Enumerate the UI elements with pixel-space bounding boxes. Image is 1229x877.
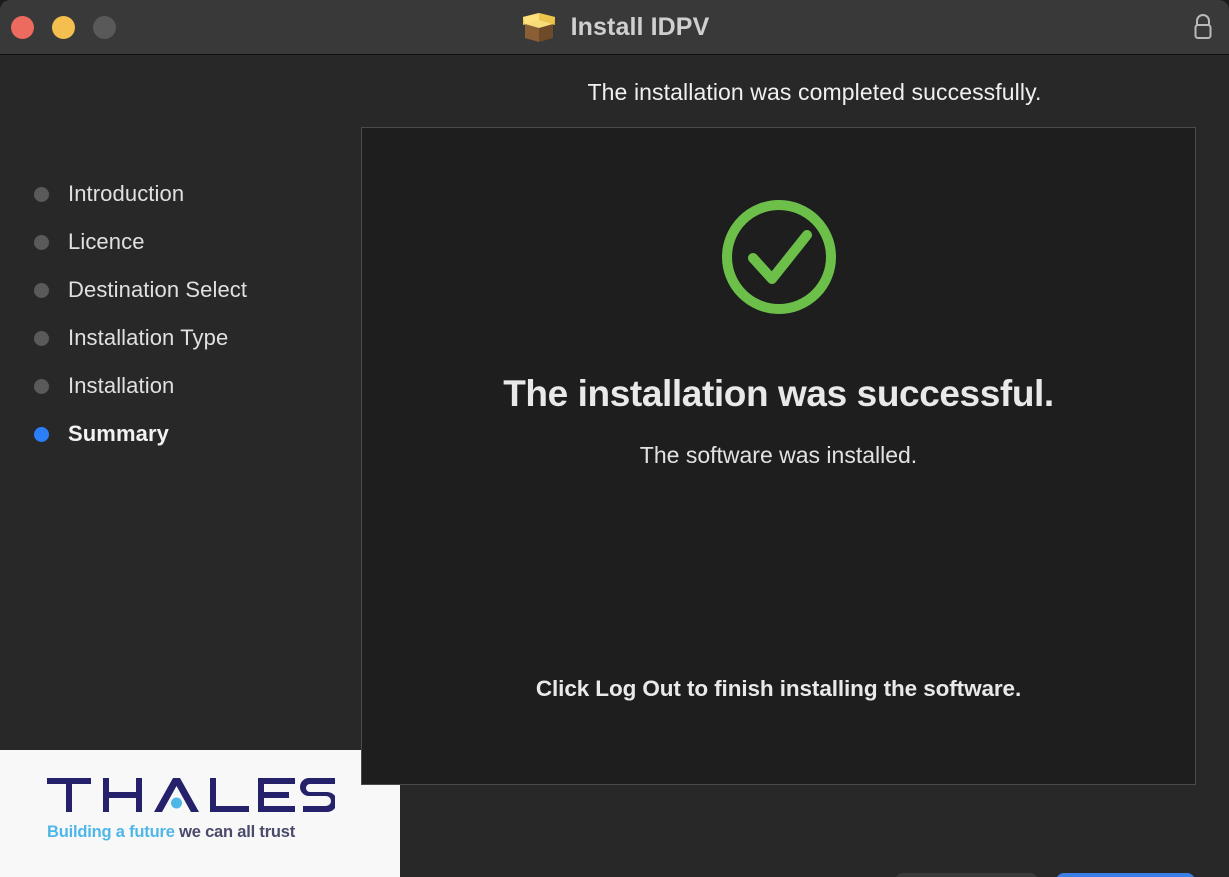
sidebar-step-introduction: Introduction [34,170,374,218]
lock-closed-icon [1194,14,1212,39]
tagline-secondary: we can all trust [174,823,296,841]
sidebar-step-destination-select: Destination Select [34,266,374,314]
tagline-primary: Building a future [47,823,175,841]
step-status-dot-active [34,426,49,442]
installer-main-pane: The installation was completed successfu… [361,55,1229,877]
step-status-dot [34,330,49,346]
window-title-bar: Install IDPV [0,0,1229,55]
thales-accent-dot [171,797,182,809]
go-back-button[interactable]: Go Back [895,873,1038,877]
log-out-button[interactable]: Log Out [1056,873,1195,877]
package-box-icon [522,12,555,42]
installer-footer: Go Back Log Out [400,785,1229,877]
thales-logo: Building a future we can all trust [47,777,342,842]
finish-instruction: Click Log Out to finish installing the s… [535,676,1022,701]
step-status-dot [34,378,49,394]
status-icon-wrap [362,195,1195,319]
sidebar-step-installation: Installation [34,362,374,410]
step-status-dot [34,282,49,298]
step-label: Introduction [68,181,185,206]
window-title: Install IDPV [570,13,710,41]
installer-sidebar: Introduction Licence Destination Select … [0,55,400,877]
step-label: Summary [68,421,169,446]
window-body: Introduction Licence Destination Select … [0,55,1229,877]
window-title-group: Install IDPV [0,0,1229,55]
thales-tagline: Building a future we can all trust [47,823,342,842]
step-label: Destination Select [68,277,248,302]
sidebar-step-summary: Summary [34,410,374,458]
window-controls [11,16,116,39]
installer-window: Install IDPV Introduction Licence Destin… [0,0,1229,877]
minimize-button[interactable] [52,16,75,39]
step-label: Installation [68,373,175,398]
thales-wordmark-icon [47,778,335,812]
step-label: Installation Type [68,325,229,350]
check-circle-icon [721,200,836,314]
footer-button-row: Go Back Log Out [895,873,1195,877]
sidebar-step-installation-type: Installation Type [34,314,374,362]
sidebar-step-licence: Licence [34,218,374,266]
success-title: The installation was successful. [503,373,1054,414]
step-status-dot [34,186,49,202]
close-button[interactable] [11,16,34,39]
installer-steps-list: Introduction Licence Destination Select … [34,170,374,458]
vendor-logo-panel: Building a future we can all trust [0,750,400,877]
step-status-dot [34,234,49,250]
summary-panel: The installation was successful. The sof… [361,127,1196,785]
step-label: Licence [68,229,145,254]
success-subtitle: The software was installed. [639,442,918,468]
page-title: The installation was completed successfu… [587,79,1042,105]
zoom-button [93,16,116,39]
